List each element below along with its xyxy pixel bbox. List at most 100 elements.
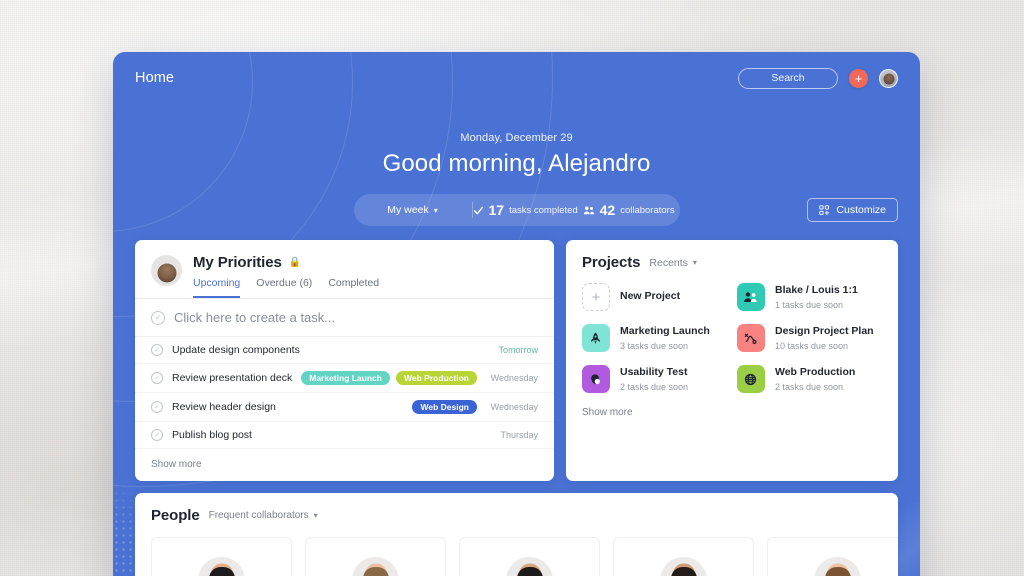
person-card[interactable]: Ajeet CyrusCollaborating with me on 3 ta…	[613, 537, 754, 576]
new-project-item[interactable]: + New Project	[581, 283, 727, 311]
shapes-icon	[581, 365, 610, 393]
breadcrumb-home[interactable]: Home	[135, 70, 174, 86]
task-row[interactable]: ✓ Review header design Web Design Wednesday	[135, 393, 554, 422]
chevron-down-icon: ▾	[433, 205, 438, 215]
week-filter-dropdown[interactable]: My week ▾	[354, 204, 472, 216]
app-window: Home Search + Monday, December 29 Good m…	[113, 52, 920, 576]
lock-icon: 🔒	[288, 257, 302, 268]
project-item[interactable]: Web Production 2 tasks due soon	[736, 365, 882, 393]
check-circle-icon[interactable]: ✓	[151, 372, 163, 384]
task-tags: Marketing Launch Web Production	[301, 371, 477, 385]
person-card[interactable]: Zoe WongCollaborating with me on 11 task…	[151, 537, 292, 576]
rocket-icon	[591, 332, 601, 344]
priorities-show-more[interactable]: Show more	[135, 449, 554, 481]
task-due-date: Wednesday	[490, 402, 538, 412]
task-name: Update design components	[172, 344, 300, 356]
person-card[interactable]: Aileen CallahanCollaborating with me on …	[767, 537, 898, 576]
week-filter-label: My week	[387, 204, 429, 216]
project-name: Blake / Louis 1:1	[774, 284, 858, 297]
people-title: People	[151, 507, 200, 524]
project-name: Web Production	[774, 366, 856, 379]
people-icon	[744, 291, 758, 302]
project-subtitle: 3 tasks due soon	[619, 340, 689, 351]
person-avatar	[198, 557, 245, 576]
projects-card: Projects Recents ▾ + New Project Blake / L…	[565, 240, 898, 481]
add-button[interactable]: +	[849, 68, 868, 88]
people-list: Zoe WongCollaborating with me on 11 task…	[151, 537, 898, 576]
project-item[interactable]: Marketing Launch 3 tasks due soon	[581, 324, 727, 352]
person-card[interactable]: Richard TaylorAssign a task to start col…	[305, 537, 446, 576]
hero-greeting: Good morning, Alejandro	[382, 150, 651, 177]
task-name: Review header design	[172, 401, 276, 413]
task-row[interactable]: ✓ Publish blog post Thursday	[135, 422, 554, 449]
projects-filter-dropdown[interactable]: Recents ▾	[649, 257, 697, 269]
chevron-down-icon: ▾	[692, 258, 697, 267]
check-icon	[473, 206, 483, 214]
chevron-down-icon: ▾	[313, 511, 318, 520]
project-name: Design Project Plan	[774, 325, 874, 338]
projects-header: Projects Recents ▾	[566, 240, 898, 275]
task-row[interactable]: ✓ Review presentation deck Marketing Launc…	[135, 364, 554, 393]
project-subtitle: 2 tasks due soon	[619, 381, 689, 392]
check-circle-icon[interactable]: ✓	[151, 429, 163, 441]
check-circle-icon[interactable]: ✓	[151, 401, 163, 413]
create-task-row[interactable]: ✓ Click here to create a task...	[135, 299, 554, 337]
hero-date: Monday, December 29	[460, 132, 573, 144]
check-circle-icon[interactable]: ✓	[151, 344, 163, 356]
project-name: Usability Test	[619, 366, 688, 379]
people-card: People Frequent collaborators ▾ Zoe Wong…	[135, 493, 898, 576]
customize-wrapper: Customize	[807, 198, 898, 222]
person-avatar	[660, 557, 707, 576]
projects-filter-label: Recents	[649, 256, 688, 269]
projects-title: Projects	[581, 254, 641, 271]
my-priorities-header: My Priorities 🔒 Upcoming Overdue (6) Com…	[135, 240, 554, 299]
project-item[interactable]: Usability Test 2 tasks due soon	[581, 365, 727, 393]
project-name: New Project	[619, 290, 681, 303]
my-priorities-title: My Priorities	[193, 254, 282, 271]
project-subtitle: 1 tasks due soon	[774, 299, 844, 310]
collaborators-label: collaborators	[620, 204, 675, 216]
layout-grid-icon	[819, 204, 830, 215]
people-filter-dropdown[interactable]: Frequent collaborators ▾	[209, 510, 318, 521]
rocket-icon	[581, 324, 610, 352]
tasks-completed-label: tasks completed	[509, 204, 578, 216]
curve-icon	[745, 333, 757, 344]
collaborators-stat: 42 collaborators	[578, 202, 680, 218]
tasks-completed-stat: 17 tasks completed	[473, 202, 578, 218]
customize-button[interactable]: Customize	[807, 198, 898, 222]
check-circle-icon: ✓	[151, 310, 165, 325]
task-due-date: Thursday	[500, 430, 538, 440]
task-row[interactable]: ✓ Update design components Tomorrow	[135, 337, 554, 364]
projects-show-more[interactable]: Show more	[566, 393, 898, 430]
person-card[interactable]: Dave JungAssign a task to start collabor…	[459, 537, 600, 576]
avatar-face-icon	[883, 73, 894, 85]
avatar-face-icon	[157, 263, 176, 283]
tab-overdue[interactable]: Overdue (6)	[256, 277, 312, 298]
top-bar-actions: Search +	[738, 67, 898, 89]
my-priorities-card: My Priorities 🔒 Upcoming Overdue (6) Com…	[135, 240, 554, 481]
search-input[interactable]: Search	[738, 67, 838, 89]
task-name: Publish blog post	[172, 429, 252, 441]
task-tag[interactable]: Web Design	[412, 400, 477, 414]
tab-completed[interactable]: Completed	[328, 277, 379, 298]
task-due-date: Wednesday	[490, 373, 538, 383]
user-avatar[interactable]	[879, 68, 898, 88]
task-tag[interactable]: Marketing Launch	[301, 371, 390, 385]
curve-icon	[736, 324, 765, 352]
project-subtitle: 10 tasks due soon	[774, 340, 849, 351]
plus-icon: +	[581, 283, 610, 311]
project-item[interactable]: Design Project Plan 10 tasks due soon	[736, 324, 882, 352]
collaborators-count: 42	[599, 202, 616, 218]
tab-upcoming[interactable]: Upcoming	[193, 277, 241, 298]
task-due-date: Tomorrow	[498, 345, 538, 355]
people-header: People Frequent collaborators ▾	[151, 507, 882, 524]
project-name: Marketing Launch	[619, 325, 710, 338]
project-item[interactable]: Blake / Louis 1:1 1 tasks due soon	[736, 283, 882, 311]
priorities-avatar	[151, 255, 182, 286]
hero-section: Monday, December 29 Good morning, Alejan…	[113, 104, 920, 226]
task-tag[interactable]: Web Production	[395, 371, 477, 385]
projects-grid: + New Project Blake / Louis 1:1 1 tasks due…	[566, 275, 898, 393]
person-avatar	[506, 557, 553, 576]
person-avatar	[352, 557, 399, 576]
shapes-icon	[591, 373, 601, 384]
